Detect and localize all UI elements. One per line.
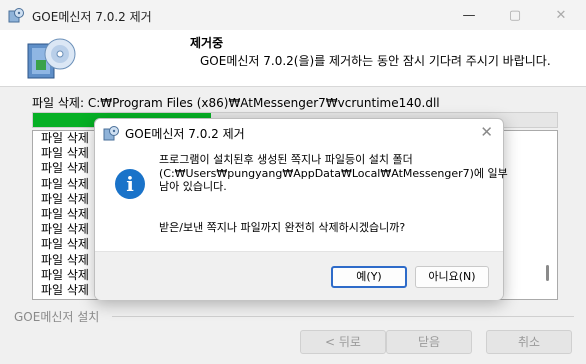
dialog-button-bar: 예(Y) 아니요(N) [95, 251, 503, 300]
maximize-icon: ▢ [508, 7, 522, 23]
maximize-button[interactable]: ▢ [492, 0, 538, 30]
close-installer-button[interactable]: 닫음 [386, 330, 472, 354]
no-button[interactable]: 아니요(N) [415, 266, 489, 288]
dialog-question: 받은/보낸 쪽지나 파일까지 완전히 삭제하시겠습니까? [159, 221, 406, 234]
installer-logo-icon [27, 38, 76, 79]
cancel-button[interactable]: 취소 [486, 330, 572, 354]
status-text: 파일 삭제: C:₩Program Files (x86)₩AtMessenge… [32, 96, 440, 110]
installer-icon [103, 126, 119, 141]
yes-button[interactable]: 예(Y) [331, 266, 407, 288]
message-line: 프로그램이 설치된후 생성된 쪽지나 파일등이 설치 폴더 [159, 153, 413, 166]
message-line: 남아 있습니다. [159, 180, 227, 193]
close-button[interactable]: ✕ [538, 0, 584, 30]
dialog-message: 프로그램이 설치된후 생성된 쪽지나 파일등이 설치 폴더 (C:₩Users₩… [159, 153, 508, 194]
brand-label: GOE메신저 설치 [14, 310, 100, 324]
header-description: GOE메신저 7.0.2(을)를 제거하는 동안 잠시 기다려 주시기 바랍니다… [200, 54, 551, 68]
info-icon: i [115, 169, 145, 199]
installer-icon [8, 8, 24, 23]
header-title: 제거중 [190, 36, 224, 50]
message-line: (C:₩Users₩pungyang₩AppData₩Local₩AtMesse… [159, 166, 508, 180]
confirm-dialog: GOE메신저 7.0.2 제거 ✕ i 프로그램이 설치된후 생성된 쪽지나 파… [94, 118, 508, 300]
dialog-title-bar: GOE메신저 7.0.2 제거 ✕ [95, 119, 503, 147]
close-icon: ✕ [555, 7, 567, 23]
window-title: GOE메신저 7.0.2 제거 [32, 10, 152, 24]
minimize-icon: — [462, 7, 476, 23]
log-scrollbar[interactable] [546, 265, 549, 281]
dialog-close-icon[interactable]: ✕ [480, 123, 493, 141]
title-bar: GOE메신저 7.0.2 제거 — ▢ ✕ [0, 0, 586, 30]
minimize-button[interactable]: — [446, 0, 492, 30]
back-button[interactable]: < 뒤로 [300, 330, 386, 354]
divider [112, 316, 574, 317]
installer-header: 제거중 GOE메신저 7.0.2(을)를 제거하는 동안 잠시 기다려 주시기 … [0, 30, 586, 87]
dialog-title: GOE메신저 7.0.2 제거 [125, 127, 245, 141]
